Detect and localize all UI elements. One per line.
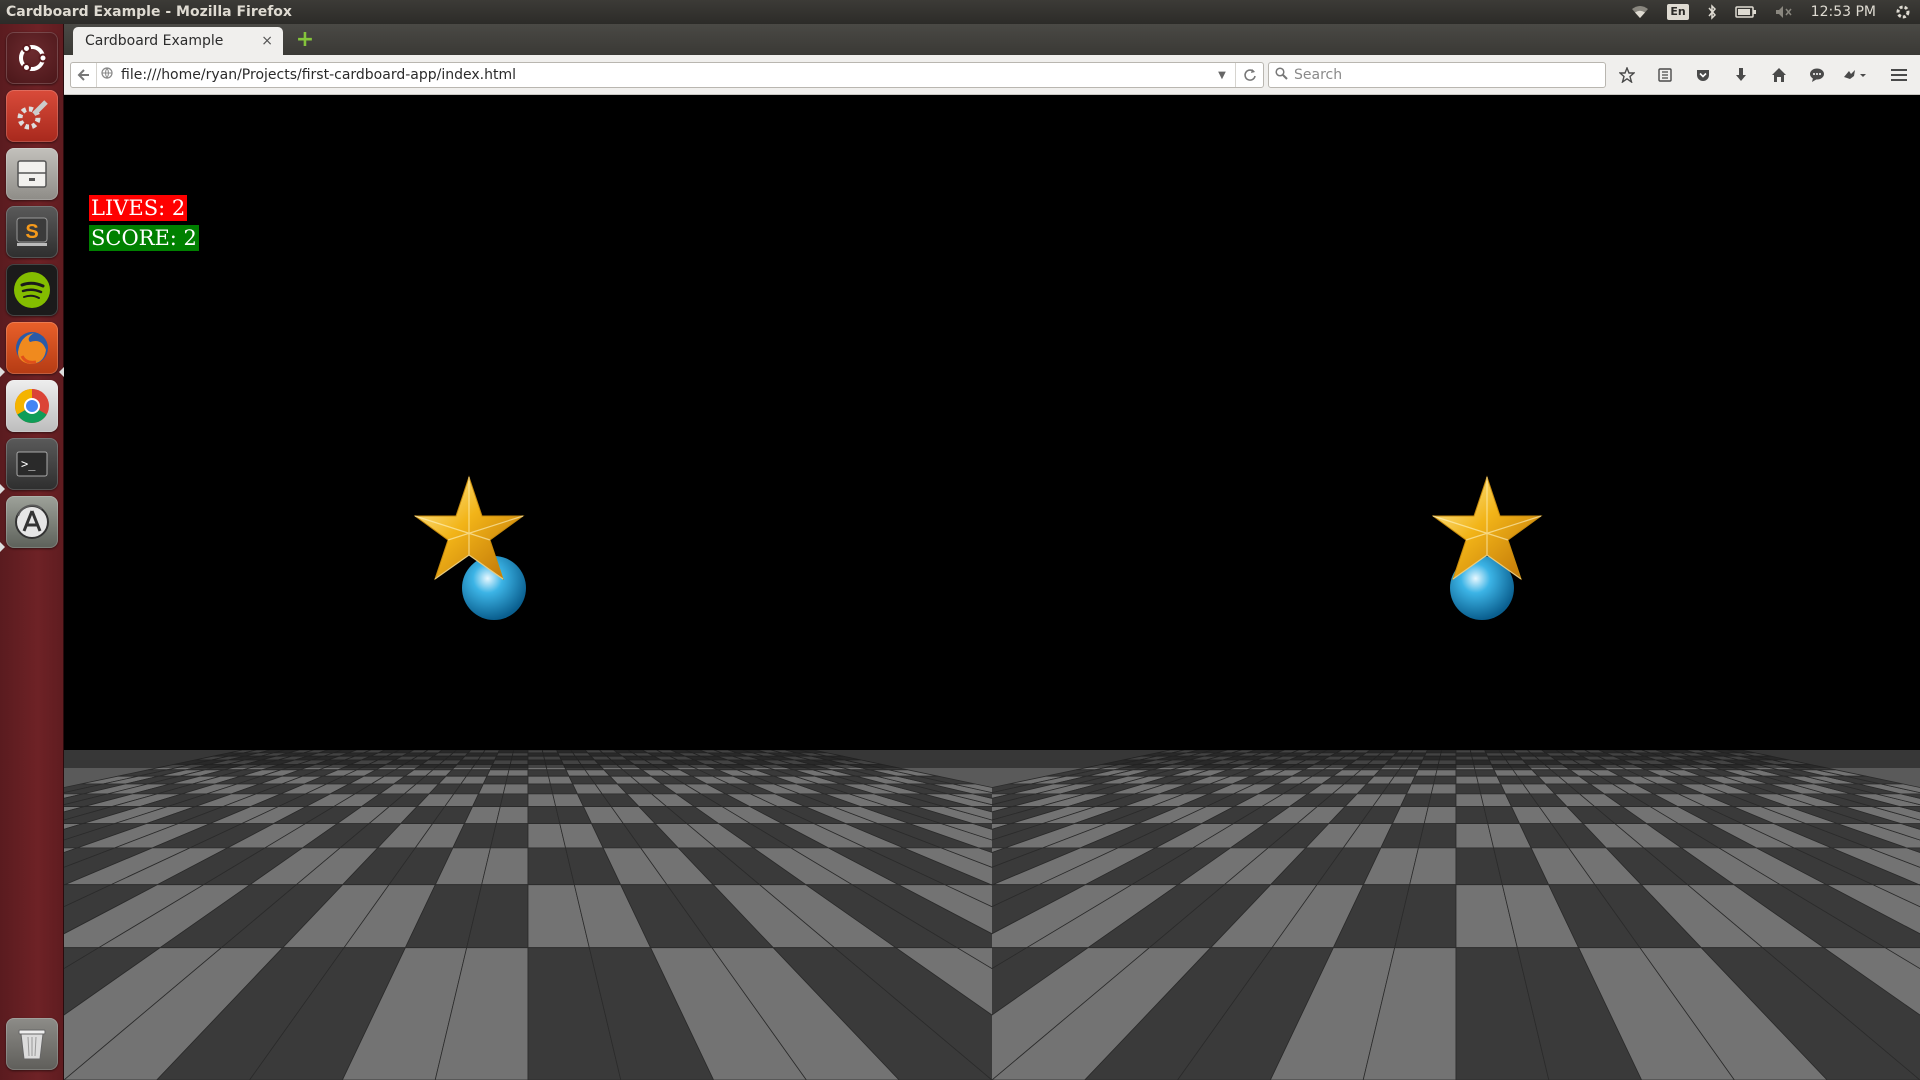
wifi-icon[interactable] bbox=[1631, 3, 1649, 21]
unity-launcher: S >_ bbox=[0, 24, 64, 1080]
bookmark-star-icon[interactable] bbox=[1614, 62, 1640, 88]
file-cabinet-icon[interactable] bbox=[6, 148, 58, 200]
spotify-icon[interactable] bbox=[6, 264, 58, 316]
volume-muted-icon[interactable] bbox=[1775, 3, 1793, 21]
url-dropdown-icon[interactable]: ▼ bbox=[1209, 70, 1235, 81]
hud: LIVES: 2 SCORE: 2 bbox=[89, 195, 199, 255]
terminal-icon[interactable]: >_ bbox=[6, 438, 58, 490]
tab-cardboard-example[interactable]: Cardboard Example × bbox=[73, 27, 283, 55]
extensions-icon[interactable] bbox=[1842, 62, 1868, 88]
navigation-bar: file:///home/ryan/Projects/first-cardboa… bbox=[64, 55, 1920, 95]
chrome-icon[interactable] bbox=[6, 380, 58, 432]
download-icon[interactable] bbox=[1728, 62, 1754, 88]
back-arrow-icon[interactable] bbox=[71, 63, 97, 87]
checkered-floor bbox=[992, 750, 1920, 1080]
lives-counter: LIVES: 2 bbox=[89, 195, 188, 221]
pocket-icon[interactable] bbox=[1690, 62, 1716, 88]
top-panel: Cardboard Example - Mozilla Firefox En 1… bbox=[0, 0, 1920, 24]
bluetooth-icon[interactable] bbox=[1707, 3, 1717, 21]
tab-bar: Cardboard Example × + bbox=[64, 24, 1920, 55]
running-indicator bbox=[0, 484, 5, 494]
url-bar[interactable]: file:///home/ryan/Projects/first-cardboa… bbox=[70, 62, 1264, 88]
clock[interactable]: 12:53 PM bbox=[1811, 3, 1876, 21]
running-indicator bbox=[0, 367, 5, 377]
close-tab-icon[interactable]: × bbox=[261, 33, 273, 49]
reading-list-icon[interactable] bbox=[1652, 62, 1678, 88]
ubuntu-logo-icon[interactable] bbox=[6, 32, 58, 84]
new-tab-button[interactable]: + bbox=[294, 29, 316, 51]
settings-gear-icon[interactable] bbox=[1894, 3, 1912, 21]
trash-icon[interactable] bbox=[6, 1018, 58, 1070]
svg-text:S: S bbox=[25, 221, 38, 243]
tab-title: Cardboard Example bbox=[85, 33, 224, 49]
window-title: Cardboard Example - Mozilla Firefox bbox=[6, 4, 292, 20]
reload-icon[interactable] bbox=[1235, 63, 1263, 87]
gold-star-icon bbox=[414, 475, 526, 620]
checkered-floor bbox=[64, 750, 992, 1080]
toolbar-icons bbox=[1614, 62, 1868, 88]
settings-tools-icon[interactable] bbox=[6, 90, 58, 142]
battery-icon[interactable] bbox=[1734, 3, 1757, 21]
indicator-area: En 12:53 PM bbox=[1631, 3, 1920, 21]
search-bar[interactable]: Search bbox=[1268, 62, 1606, 88]
search-placeholder[interactable]: Search bbox=[1294, 67, 1342, 83]
search-icon bbox=[1275, 66, 1288, 84]
url-text[interactable]: file:///home/ryan/Projects/first-cardboa… bbox=[121, 67, 516, 83]
svg-text:>_: >_ bbox=[21, 457, 36, 471]
right-eye-view[interactable] bbox=[992, 95, 1920, 1080]
home-icon[interactable] bbox=[1766, 62, 1792, 88]
firefox-icon[interactable] bbox=[6, 322, 58, 374]
score-counter: SCORE: 2 bbox=[89, 225, 199, 251]
gold-star-icon bbox=[1432, 475, 1543, 620]
chat-icon[interactable] bbox=[1804, 62, 1830, 88]
hamburger-menu-icon[interactable] bbox=[1886, 62, 1912, 88]
software-updater-icon[interactable] bbox=[6, 496, 58, 548]
left-eye-view[interactable] bbox=[64, 95, 992, 1080]
keyboard-icon[interactable]: En bbox=[1667, 4, 1689, 20]
site-info-icon[interactable] bbox=[97, 67, 117, 83]
running-indicator bbox=[0, 542, 5, 552]
page-viewport[interactable]: LIVES: 2 SCORE: 2 bbox=[64, 95, 1920, 1080]
sublime-text-icon[interactable]: S bbox=[6, 206, 58, 258]
